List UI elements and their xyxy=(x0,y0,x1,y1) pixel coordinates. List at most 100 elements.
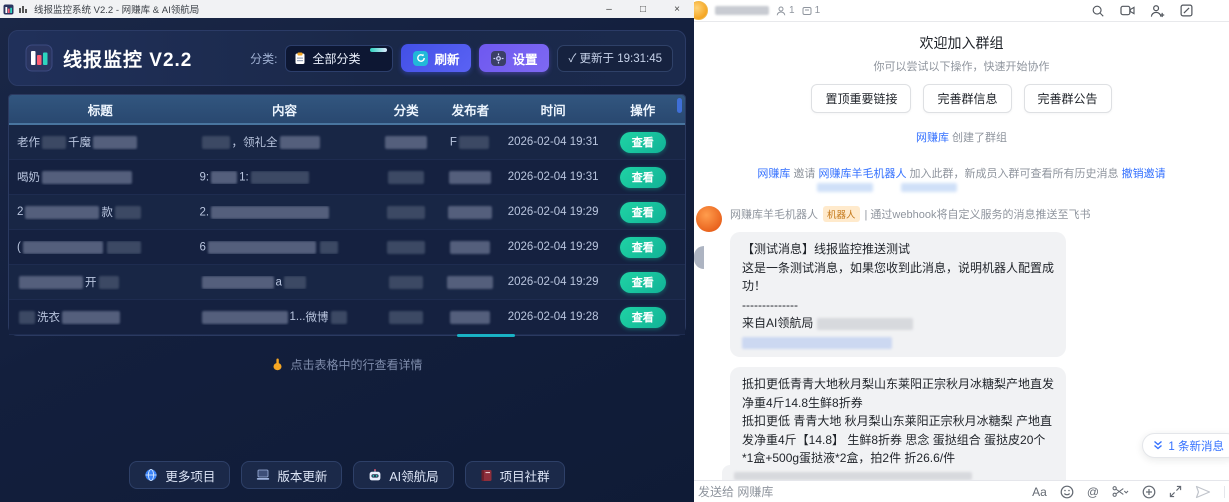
table-row[interactable]: 洗衣 1...微博 2026-02-04 19:28 查看 xyxy=(9,300,685,335)
app-icon xyxy=(3,4,14,15)
message-bubble[interactable]: 【测试消息】线报监控推送测试 这是一条测试消息，如果您收到此消息，说明机器人配置… xyxy=(730,232,1066,357)
table-horizontal-scrollbar[interactable] xyxy=(457,334,515,337)
plus-attach-icon[interactable] xyxy=(1142,485,1156,499)
maximize-button[interactable]: □ xyxy=(626,0,660,18)
welcome-actions: 置顶重要链接 完善群信息 完善群公告 xyxy=(694,84,1229,113)
double-chevron-down-icon xyxy=(1153,440,1163,451)
pinned-count[interactable]: 1 xyxy=(802,5,821,16)
edit-group-info-button[interactable]: 完善群信息 xyxy=(923,84,1011,113)
expand-icon[interactable] xyxy=(1169,485,1182,498)
table-row[interactable]: 老作千魔 ，领礼全 F 2026-02-04 19:31 查看 xyxy=(9,125,685,160)
chat-body: 欢迎加入群组 你可以尝试以下操作，快速开始协作 置顶重要链接 完善群信息 完善群… xyxy=(694,22,1229,480)
minimize-button[interactable]: – xyxy=(592,0,626,18)
column-header-action: 操作 xyxy=(600,100,685,119)
emoji-icon[interactable] xyxy=(1060,485,1074,499)
view-button[interactable]: 查看 xyxy=(620,132,666,153)
bot-avatar[interactable] xyxy=(696,206,722,232)
page-title: 线报监控 V2.2 xyxy=(63,45,192,72)
members-icon xyxy=(776,6,786,16)
screen: 线报监控系统 V2.2 - 网赚库 & AI领航局 – □ × 线报监控 V2.… xyxy=(0,0,1229,502)
clipboard-icon xyxy=(294,52,306,65)
send-icon[interactable] xyxy=(1195,485,1211,499)
row-time: 2026-02-04 19:29 xyxy=(506,276,601,288)
bot-badge: 机器人 xyxy=(823,206,860,222)
close-button[interactable]: × xyxy=(660,0,694,18)
community-button[interactable]: 项目社群 xyxy=(465,461,565,489)
table-header-row: 标题 内容 分类 发布者 时间 操作 xyxy=(9,95,685,125)
table-row[interactable]: 开 a 2026-02-04 19:29 查看 xyxy=(9,265,685,300)
table-row[interactable]: ( 6 2026-02-04 19:29 查看 xyxy=(9,230,685,265)
group-avatar[interactable] xyxy=(694,1,708,20)
text-format-icon[interactable]: Aa xyxy=(1032,485,1047,499)
window-controls: – □ × xyxy=(592,0,694,18)
redacted-names-row xyxy=(694,183,1229,192)
view-button[interactable]: 查看 xyxy=(620,237,666,258)
category-label: 分类: xyxy=(250,50,277,67)
last-updated-status: ✓ 更新于 19:31:45 xyxy=(557,45,673,72)
screenshot-scissors-icon[interactable] xyxy=(1112,485,1129,498)
chat-input-bar[interactable]: 发送给 网赚库 Aa @ xyxy=(694,480,1229,502)
column-header-title: 标题 xyxy=(9,100,192,119)
search-icon[interactable] xyxy=(1091,4,1105,18)
globe-icon xyxy=(144,468,158,482)
open-window-icon[interactable] xyxy=(1180,4,1193,17)
column-header-content: 内容 xyxy=(192,100,378,119)
view-button[interactable]: 查看 xyxy=(620,167,666,188)
window-titlebar: 线报监控系统 V2.2 - 网赚库 & AI领航局 – □ × xyxy=(0,0,694,18)
table-row[interactable]: 2款 2. 2026-02-04 19:29 查看 xyxy=(9,195,685,230)
version-update-button[interactable]: 版本更新 xyxy=(241,461,342,489)
view-button[interactable]: 查看 xyxy=(620,272,666,293)
invitee-link[interactable]: 网赚库羊毛机器人 xyxy=(819,168,907,180)
welcome-title: 欢迎加入群组 xyxy=(694,33,1229,53)
table-scrollbar-thumb[interactable] xyxy=(677,98,682,113)
table-row[interactable]: 喝奶 9:1: 2026-02-04 19:31 查看 xyxy=(9,160,685,195)
gear-icon xyxy=(491,51,506,66)
book-icon xyxy=(480,469,493,482)
message-bubble[interactable]: 抵扣更低青青大地秋月梨山东莱阳正宗秋月冰糖梨产地直发净重4斤14.8生鲜8折券 … xyxy=(730,367,1066,480)
sidebar-collapse-handle[interactable] xyxy=(694,246,704,269)
report-table: 标题 内容 分类 发布者 时间 操作 老作千魔 ，领礼全 F 2026-02-0… xyxy=(8,94,686,336)
column-header-category: 分类 xyxy=(377,100,434,119)
window-title: 线报监控系统 V2.2 - 网赚库 & AI领航局 xyxy=(34,2,199,16)
input-toolbar: Aa @ xyxy=(1032,485,1225,499)
column-header-time: 时间 xyxy=(506,100,601,119)
refresh-icon xyxy=(413,51,428,66)
sender-name: 网赚库羊毛机器人 xyxy=(730,206,818,222)
robot-icon xyxy=(368,469,382,482)
row-time: 2026-02-04 19:29 xyxy=(506,241,601,253)
chat-header-actions xyxy=(1091,4,1193,18)
view-button[interactable]: 查看 xyxy=(620,307,666,328)
edit-announcement-button[interactable]: 完善群公告 xyxy=(1024,84,1112,113)
refresh-button[interactable]: 刷新 xyxy=(401,44,471,72)
add-member-icon[interactable] xyxy=(1150,4,1165,18)
chart-icon xyxy=(18,4,28,14)
new-message-badge[interactable]: 1 条新消息 xyxy=(1142,433,1229,458)
mention-icon[interactable]: @ xyxy=(1087,485,1099,499)
more-projects-button[interactable]: 更多项目 xyxy=(129,461,230,489)
group-creator-link[interactable]: 网赚库 xyxy=(916,132,949,144)
pin-links-button[interactable]: 置顶重要链接 xyxy=(811,84,911,113)
group-name-redacted xyxy=(715,6,769,15)
row-time: 2026-02-04 19:28 xyxy=(506,311,601,323)
category-value: 全部分类 xyxy=(312,50,360,67)
monitor-app-window: 线报监控系统 V2.2 - 网赚库 & AI领航局 – □ × 线报监控 V2.… xyxy=(0,0,694,502)
ai-navigator-button[interactable]: AI领航局 xyxy=(353,461,453,489)
category-select[interactable]: 全部分类 xyxy=(285,45,393,72)
column-header-publisher: 发布者 xyxy=(435,100,506,119)
welcome-subtitle: 你可以尝试以下操作，快速开始协作 xyxy=(694,58,1229,74)
sender-description: | 通过webhook将自定义服务的消息推送至飞书 xyxy=(865,206,1091,222)
video-call-icon[interactable] xyxy=(1120,4,1135,17)
pinned-icon xyxy=(802,6,812,16)
member-count[interactable]: 1 xyxy=(776,5,795,16)
view-button[interactable]: 查看 xyxy=(620,202,666,223)
system-message-invite: 网赚库 邀请 网赚库羊毛机器人 加入此群，新成员入群可查看所有历史消息 撤销邀请 xyxy=(694,165,1229,181)
inviter-link[interactable]: 网赚库 xyxy=(757,168,790,180)
partial-message-bubble xyxy=(722,465,1020,480)
message-input-placeholder[interactable]: 发送给 网赚库 xyxy=(698,483,773,500)
settings-button[interactable]: 设置 xyxy=(479,44,549,72)
revoke-invite-link[interactable]: 撤销邀请 xyxy=(1122,168,1166,180)
row-time: 2026-02-04 19:31 xyxy=(506,171,601,183)
footer-buttons: 更多项目 版本更新 AI领航局 项目社群 xyxy=(0,461,694,489)
app-body: 线报监控 V2.2 分类: 全部分类 刷新 设置 xyxy=(0,18,694,502)
hint-row: 点击表格中的行查看详情 xyxy=(6,356,688,373)
